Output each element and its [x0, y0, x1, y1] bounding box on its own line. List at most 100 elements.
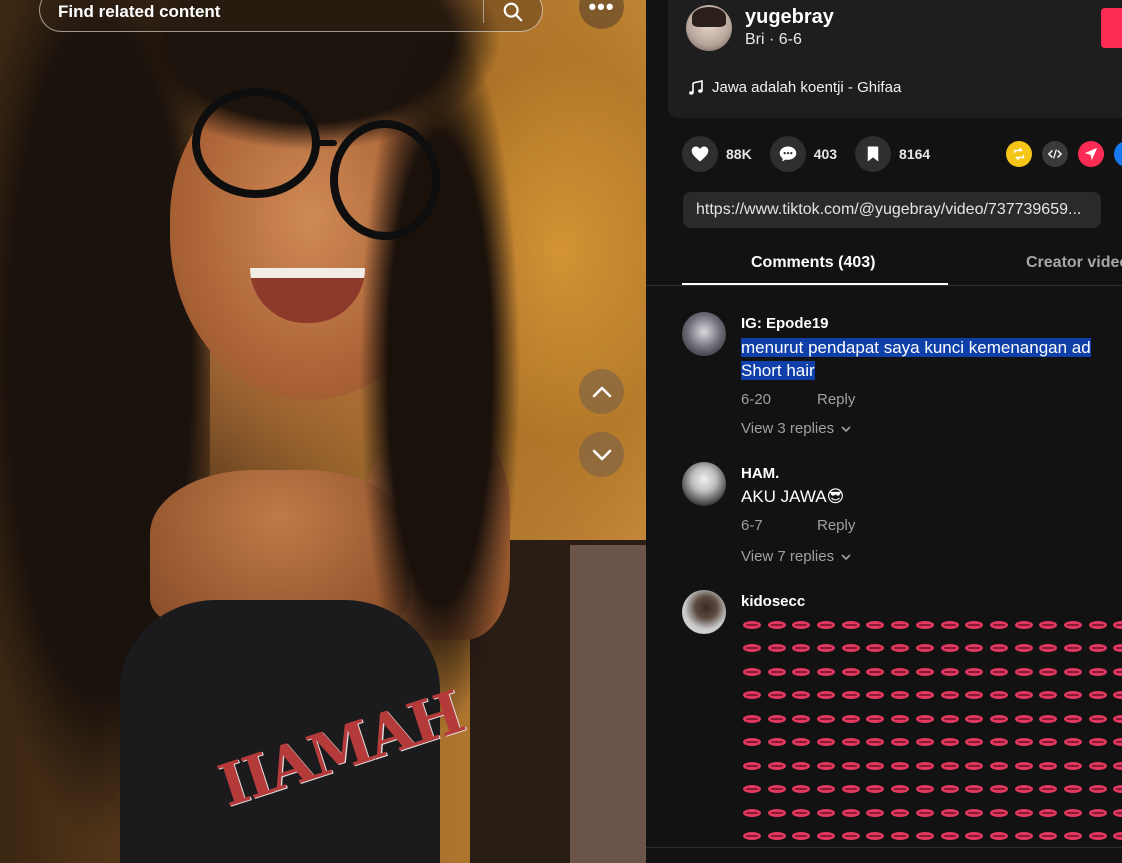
lips-emoji-icon [1063, 808, 1082, 817]
lips-emoji-icon [989, 761, 1008, 770]
tab-comments[interactable]: Comments (403) [751, 254, 875, 272]
commenter-avatar[interactable] [682, 590, 726, 634]
comment-date: 6-20 [741, 391, 772, 408]
author-avatar[interactable] [686, 5, 732, 51]
lips-emoji-icon [841, 644, 860, 653]
search-button[interactable] [484, 0, 542, 31]
emoji-row [743, 636, 1122, 660]
search-input[interactable]: Find related content [40, 0, 483, 22]
chevron-down-icon [841, 553, 851, 560]
lips-emoji-icon [841, 667, 860, 676]
save-button[interactable] [855, 136, 892, 172]
lips-emoji-icon [891, 785, 910, 794]
lips-emoji-icon [915, 808, 934, 817]
lips-emoji-icon [1063, 785, 1082, 794]
send-button[interactable] [1078, 141, 1104, 167]
emoji-row [743, 612, 1122, 636]
lips-emoji-icon [1088, 738, 1107, 747]
heart-icon [691, 146, 709, 162]
more-share-button[interactable] [1114, 141, 1122, 167]
reply-button[interactable]: Reply [817, 517, 855, 534]
lips-emoji-icon [1014, 808, 1033, 817]
lips-emoji-icon [1039, 738, 1058, 747]
commenter-avatar[interactable] [682, 312, 726, 356]
comment-action[interactable]: 403 [769, 136, 837, 172]
lips-emoji-icon [1014, 761, 1033, 770]
lips-emoji-icon [817, 761, 836, 770]
lips-emoji-icon [1113, 785, 1122, 794]
lips-emoji-icon [1113, 667, 1122, 676]
video-link-text: https://www.tiktok.com/@yugebray/video/7… [696, 201, 1082, 218]
lips-emoji-icon [866, 761, 885, 770]
lips-emoji-icon [891, 691, 910, 700]
lips-emoji-icon [965, 832, 984, 841]
commenter-avatar[interactable] [682, 462, 726, 506]
lips-emoji-icon [866, 808, 885, 817]
commenter-name[interactable]: IG: Epode19 [741, 315, 829, 332]
tab-creator-videos[interactable]: Creator videos [1026, 254, 1122, 272]
comment-text-continued: Short hair [741, 359, 815, 382]
view-replies-button[interactable]: View 3 replies [741, 420, 852, 437]
author-username[interactable]: yugebray [745, 6, 834, 29]
view-replies-button[interactable]: View 7 replies [741, 548, 852, 565]
music-link[interactable]: Jawa adalah koentji - Ghifaa [688, 79, 901, 96]
save-action[interactable]: 8164 [855, 136, 930, 172]
lips-emoji-icon [792, 808, 811, 817]
commenter-name[interactable]: HAM. [741, 465, 779, 482]
lips-emoji-icon [767, 644, 786, 653]
lips-emoji-icon [817, 714, 836, 723]
search-bar[interactable]: Find related content [39, 0, 543, 32]
lips-emoji-icon [1014, 714, 1033, 723]
more-options-button[interactable]: ••• [579, 0, 624, 29]
comment-button[interactable] [769, 136, 806, 172]
repost-button[interactable] [1006, 141, 1032, 167]
lips-emoji-icon [743, 667, 761, 676]
next-video-button[interactable] [579, 432, 624, 477]
view-replies-label: View 3 replies [741, 420, 835, 437]
lips-emoji-icon [817, 620, 836, 629]
lips-emoji-icon [841, 738, 860, 747]
lips-emoji-icon [965, 691, 984, 700]
lips-emoji-icon [989, 620, 1008, 629]
like-button[interactable] [682, 136, 718, 172]
comment-tabs: Comments (403) Creator videos [682, 244, 1122, 286]
lips-emoji-icon [767, 691, 786, 700]
lips-emoji-icon [866, 738, 885, 747]
like-action[interactable]: 88K [682, 136, 752, 172]
lips-emoji-icon [940, 667, 959, 676]
lips-emoji-icon [891, 667, 910, 676]
lips-emoji-icon [866, 691, 885, 700]
emoji-row [743, 800, 1122, 824]
video-link-field[interactable]: https://www.tiktok.com/@yugebray/video/7… [683, 192, 1101, 228]
lips-emoji-icon [792, 667, 811, 676]
lips-emoji-icon [817, 667, 836, 676]
lips-emoji-icon [866, 832, 885, 841]
commenter-name[interactable]: kidosecc [741, 593, 805, 610]
lips-emoji-icon [965, 667, 984, 676]
reply-button[interactable]: Reply [817, 391, 855, 408]
lips-emoji-icon [891, 714, 910, 723]
lips-emoji-icon [792, 644, 811, 653]
follow-button[interactable] [1101, 8, 1122, 48]
lips-emoji-icon [1088, 761, 1107, 770]
lips-emoji-icon [965, 808, 984, 817]
lips-emoji-icon [1113, 761, 1122, 770]
lips-emoji-icon [965, 644, 984, 653]
lips-emoji-icon [1039, 667, 1058, 676]
lips-emoji-icon [743, 738, 761, 747]
lips-emoji-icon [989, 714, 1008, 723]
embed-button[interactable] [1042, 141, 1068, 167]
lips-emoji-icon [1039, 620, 1058, 629]
lips-emoji-icon [1014, 738, 1033, 747]
video-player[interactable]: IIAMAH Find related content ••• [0, 0, 646, 863]
lips-emoji-icon [1113, 738, 1122, 747]
emoji-row [743, 753, 1122, 777]
lips-emoji-icon [1039, 691, 1058, 700]
details-panel: yugebray Bri · 6-6 Jawa adalah koentji -… [646, 0, 1122, 863]
lips-emoji-icon [767, 714, 786, 723]
lips-emoji-icon [965, 620, 984, 629]
previous-video-button[interactable] [579, 369, 624, 414]
lips-emoji-icon [1063, 620, 1082, 629]
lips-emoji-icon [1063, 761, 1082, 770]
comment-icon [779, 146, 797, 162]
